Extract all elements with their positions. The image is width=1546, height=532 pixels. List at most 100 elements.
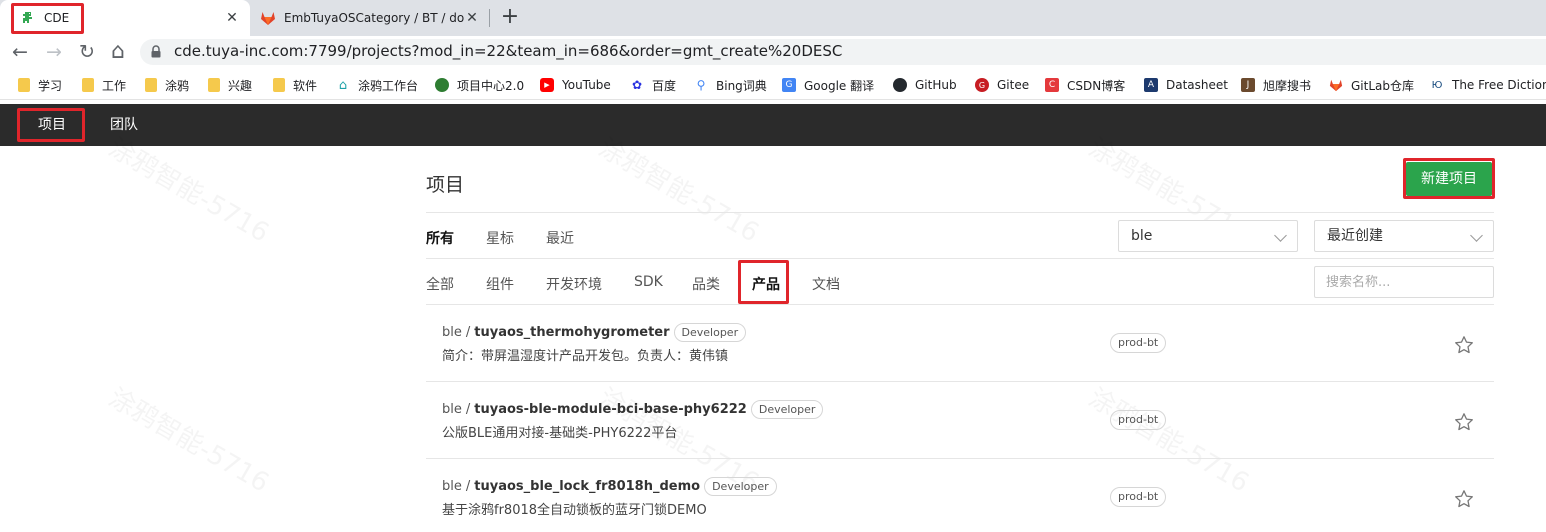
- bookmark-label: GitHub: [915, 78, 957, 92]
- group-select[interactable]: ble: [1118, 220, 1298, 252]
- bookmark-bing[interactable]: ⚲ Bing词典: [694, 76, 767, 94]
- sort-select-value: 最近创建: [1327, 228, 1383, 244]
- book-j-icon: J: [1241, 78, 1255, 92]
- bookmark-datasheet[interactable]: A Datasheet: [1144, 76, 1228, 94]
- star-icon[interactable]: [1454, 489, 1474, 509]
- bookmark-label: Bing词典: [716, 78, 767, 93]
- turtle-icon: [435, 78, 449, 92]
- bookmark-google-translate[interactable]: G Google 翻译: [782, 76, 874, 94]
- bookmark-gongzuo[interactable]: 工作: [82, 76, 126, 94]
- category-docs[interactable]: 文档: [812, 274, 840, 294]
- category-product-types[interactable]: 品类: [692, 274, 720, 294]
- gitee-icon: G: [975, 78, 989, 92]
- project-row[interactable]: ble / tuyaos_thermohygrometer Developer …: [426, 305, 1494, 382]
- github-icon: [893, 78, 907, 92]
- category-all[interactable]: 全部: [426, 274, 454, 294]
- baidu-paw-icon: ✿: [631, 78, 643, 92]
- bookmark-label: Datasheet: [1166, 78, 1228, 92]
- bookmark-youtube[interactable]: ▶ YouTube: [540, 76, 611, 94]
- bookmark-csdn[interactable]: C CSDN博客: [1045, 76, 1125, 94]
- app-top-nav: 项目 团队: [0, 104, 1546, 146]
- nav-teams[interactable]: 团队: [110, 104, 138, 146]
- dinosaur-icon: [23, 12, 32, 23]
- bookmark-baidu[interactable]: ✿ 百度: [630, 76, 676, 94]
- bookmark-gitlab[interactable]: GitLab仓库: [1329, 76, 1414, 94]
- project-row[interactable]: ble / tuyaos-ble-module-bci-base-phy6222…: [426, 382, 1494, 459]
- bookmark-github[interactable]: GitHub: [893, 76, 957, 94]
- bookmark-tuya-workbench[interactable]: ⌂ 涂鸦工作台: [336, 76, 418, 94]
- project-row[interactable]: ble / tuyaos_ble_lock_fr8018h_demo Devel…: [426, 459, 1494, 532]
- browser-tab-cde[interactable]: CDE ✕: [0, 0, 250, 36]
- project-name[interactable]: ble / tuyaos_ble_lock_fr8018h_demo Devel…: [442, 477, 777, 496]
- bookmark-label: 兴趣: [228, 78, 253, 93]
- watermark: 涂鸦智能-5716: [103, 378, 277, 500]
- close-icon[interactable]: ✕: [464, 10, 480, 26]
- project-name[interactable]: ble / tuyaos_thermohygrometer Developer: [442, 323, 747, 342]
- bookmark-label: CSDN博客: [1067, 78, 1126, 93]
- bookmark-ruanjian[interactable]: 软件: [273, 76, 317, 94]
- category-products[interactable]: 产品: [752, 274, 780, 294]
- browser-tab-strip: CDE ✕ EmbTuyaOSCategory / BT / do ✕ +: [0, 0, 1546, 36]
- datasheet-icon: A: [1144, 78, 1158, 92]
- bookmark-gitee[interactable]: G Gitee: [975, 76, 1029, 94]
- youtube-icon: ▶: [540, 78, 554, 92]
- bookmark-xuexi[interactable]: 学习: [18, 76, 62, 94]
- sort-select[interactable]: 最近创建: [1314, 220, 1494, 252]
- tab-title: CDE: [44, 11, 70, 25]
- chevron-down-icon: [1470, 229, 1483, 242]
- bookmark-label: 工作: [102, 78, 127, 93]
- back-arrow-icon[interactable]: ←: [8, 40, 32, 64]
- bookmark-xingqu[interactable]: 兴趣: [208, 76, 252, 94]
- bookmark-label: 旭摩搜书: [1263, 78, 1312, 93]
- chevron-down-icon: [1274, 229, 1287, 242]
- bookmark-free-dictionary[interactable]: Ю The Free Diction: [1430, 76, 1546, 94]
- category-sdk[interactable]: SDK: [634, 274, 663, 290]
- bookmark-label: The Free Diction: [1452, 78, 1546, 92]
- project-repo: tuyaos-ble-module-bci-base-phy6222: [474, 402, 747, 417]
- new-tab-button[interactable]: +: [498, 6, 522, 30]
- search-input[interactable]: [1314, 266, 1494, 298]
- home-icon[interactable]: ⌂: [106, 40, 130, 64]
- filter-recent[interactable]: 最近: [546, 228, 574, 248]
- project-description: 公版BLE通用对接-基础类-PHY6222平台: [442, 426, 678, 441]
- bookmark-project-center[interactable]: 项目中心2.0: [435, 76, 524, 94]
- project-repo: tuyaos_thermohygrometer: [474, 325, 670, 340]
- bookmark-label: Gitee: [997, 78, 1030, 92]
- group-select-value: ble: [1131, 228, 1153, 244]
- divider: [426, 258, 1494, 259]
- role-badge: Developer: [704, 477, 777, 496]
- folder-icon: [145, 78, 157, 92]
- lock-icon: [151, 45, 161, 58]
- csdn-icon: C: [1045, 78, 1059, 92]
- bookmark-label: GitLab仓库: [1351, 78, 1414, 93]
- nav-projects[interactable]: 项目: [38, 104, 66, 146]
- filter-starred[interactable]: 星标: [486, 228, 514, 248]
- folder-icon: [82, 78, 94, 92]
- bookmarks-bar: 学习 工作 涂鸦 兴趣 软件 ⌂ 涂鸦工作台 项目中心2.0 ▶ YouTube ✿…: [0, 70, 1546, 100]
- folder-icon: [273, 78, 285, 92]
- close-icon[interactable]: ✕: [224, 10, 240, 26]
- project-description: 简介：带屏温湿度计产品开发包。负责人：黄伟镇: [442, 349, 729, 364]
- category-components[interactable]: 组件: [486, 274, 514, 294]
- star-icon[interactable]: [1454, 412, 1474, 432]
- bookmark-label: YouTube: [562, 78, 611, 92]
- project-repo: tuyaos_ble_lock_fr8018h_demo: [474, 479, 701, 494]
- gitlab-icon: [261, 12, 275, 25]
- new-project-button[interactable]: 新建项目: [1406, 162, 1492, 196]
- category-dev-env[interactable]: 开发环境: [546, 274, 602, 294]
- filter-all[interactable]: 所有: [426, 228, 454, 248]
- google-translate-icon: G: [782, 78, 796, 92]
- reload-icon[interactable]: ↻: [75, 40, 99, 64]
- bookmark-tuya[interactable]: 涂鸦: [145, 76, 189, 94]
- star-icon[interactable]: [1454, 335, 1474, 355]
- bookmark-label: 百度: [652, 78, 677, 93]
- bookmark-xumo-books[interactable]: J 旭摩搜书: [1241, 76, 1311, 94]
- browser-tab-gitlab[interactable]: EmbTuyaOSCategory / BT / do ✕: [250, 0, 490, 36]
- project-tag: prod-bt: [1110, 410, 1167, 430]
- bookmark-label: 学习: [38, 78, 63, 93]
- forward-arrow-icon[interactable]: →: [42, 40, 66, 64]
- address-bar[interactable]: cde.tuya-inc.com:7799/projects?mod_in=22…: [140, 39, 1546, 65]
- project-tag: prod-bt: [1110, 333, 1167, 353]
- project-name[interactable]: ble / tuyaos-ble-module-bci-base-phy6222…: [442, 400, 824, 419]
- project-namespace: ble: [442, 479, 462, 494]
